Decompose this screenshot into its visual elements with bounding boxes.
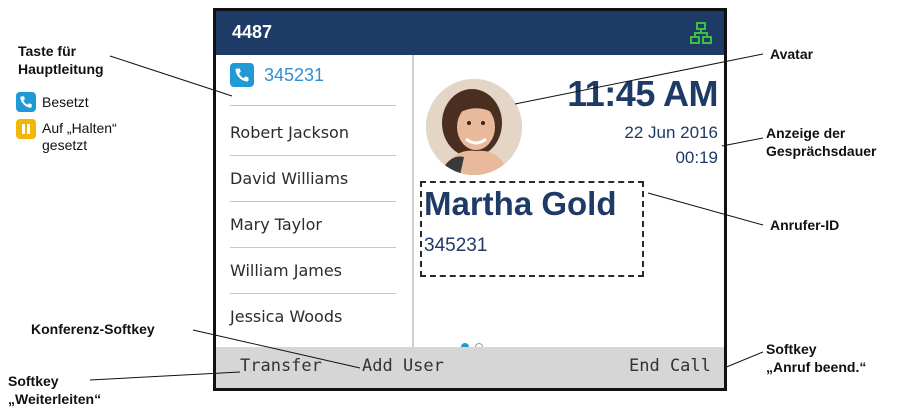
phone-icon [16, 92, 36, 112]
end-call-softkey[interactable]: End Call [629, 356, 711, 376]
caller-avatar [426, 79, 522, 175]
transfer-softkey[interactable]: Transfer [240, 356, 322, 376]
main-line-number: 345231 [264, 64, 325, 85]
label-transfer-softkey: Softkey „Weiterleiten“ [8, 373, 102, 407]
contact-key-jessica-woods[interactable]: Jessica Woods [230, 294, 396, 340]
contact-key-robert-jackson[interactable]: Robert Jackson [230, 110, 396, 156]
legend-busy: Besetzt [42, 94, 89, 110]
softkey-bar: Transfer Add User End Call [216, 347, 724, 388]
label-main-line-key: Taste für Hauptleitung [18, 43, 104, 77]
contact-key-william-james[interactable]: William James [230, 248, 396, 294]
main-line-key[interactable]: 345231 [230, 63, 324, 87]
caller-name: Martha Gold [424, 185, 617, 222]
call-panel: 11:45 AM 22 Jun 2016 00:19 Martha Gold 3… [414, 55, 724, 351]
clock-date: 22 Jun 2016 [624, 123, 718, 142]
line-sidebar: 345231 Robert Jackson David Williams Mar… [216, 55, 414, 347]
add-user-softkey[interactable]: Add User [362, 356, 444, 376]
label-end-call-softkey: Softkey „Anruf beend.“ [766, 341, 867, 375]
caller-id-box: Martha Gold 345231 [420, 181, 644, 277]
clock-time: 11:45 AM [567, 73, 718, 114]
legend-hold: Auf „Halten“ gesetzt [42, 120, 117, 153]
label-conference-softkey: Konferenz-Softkey [31, 321, 155, 337]
divider [230, 105, 396, 106]
phone-icon [230, 63, 254, 87]
label-avatar: Avatar [770, 46, 814, 62]
status-bar: 4487 [216, 11, 724, 55]
extension-number: 4487 [232, 22, 273, 42]
contact-key-david-williams[interactable]: David Williams [230, 156, 396, 202]
call-duration: 00:19 [675, 148, 718, 167]
hold-icon [16, 119, 36, 139]
phone-screen: 4487 345231 Robert Jackson David William… [213, 8, 727, 391]
contact-key-mary-taylor[interactable]: Mary Taylor [230, 202, 396, 248]
label-caller-id: Anrufer-ID [770, 217, 840, 233]
label-call-duration: Anzeige der Gesprächsdauer [766, 125, 877, 159]
network-icon [690, 22, 712, 44]
caller-number: 345231 [424, 235, 488, 256]
